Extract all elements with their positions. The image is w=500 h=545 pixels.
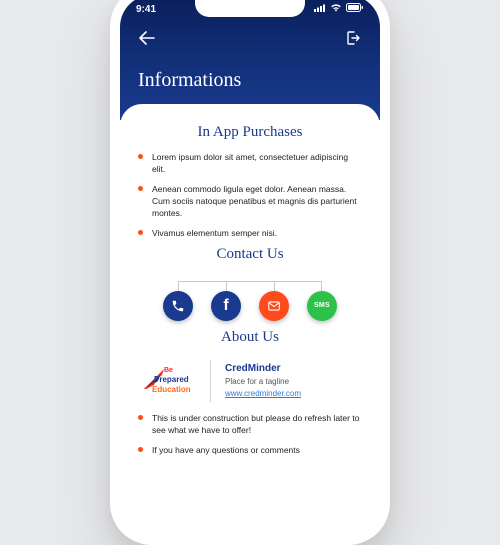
connector-line	[178, 281, 322, 297]
notch	[195, 0, 305, 17]
purchases-title: In App Purchases	[138, 124, 362, 141]
list-item: Aenean commodo ligula eget dolor. Aenean…	[138, 183, 362, 220]
brand-link[interactable]: www.credminder.com	[225, 389, 301, 398]
contact-title: Contact Us	[138, 246, 362, 263]
phone-button[interactable]	[163, 291, 193, 321]
about-row: Be Prepared Education CredMinder Place f…	[138, 356, 362, 412]
page-title: Informations	[138, 69, 362, 92]
sms-icon: SMS	[314, 302, 330, 309]
back-arrow-icon[interactable]	[138, 29, 156, 47]
signal-icon	[314, 4, 326, 15]
brand-name: CredMinder	[225, 362, 301, 376]
list-item: If you have any questions or comments	[138, 444, 362, 456]
about-title: About Us	[138, 329, 362, 346]
contact-row: f SMS	[138, 273, 362, 325]
list-item: Vivamus elementum semper nisi.	[138, 227, 362, 239]
email-button[interactable]	[259, 291, 289, 321]
purchases-list: Lorem ipsum dolor sit amet, consectetuer…	[138, 151, 362, 239]
list-item: Lorem ipsum dolor sit amet, consectetuer…	[138, 151, 362, 176]
status-time: 9:41	[136, 4, 156, 15]
sms-button[interactable]: SMS	[307, 291, 337, 321]
brand-logo: Be Prepared Education	[142, 361, 196, 401]
divider	[210, 360, 211, 402]
about-list: This is under construction but please do…	[138, 412, 362, 456]
tagline: Place for a tagline	[225, 376, 301, 387]
content: In App Purchases Lorem ipsum dolor sit a…	[120, 104, 380, 534]
email-icon	[267, 299, 281, 313]
list-item: This is under construction but please do…	[138, 412, 362, 437]
about-text: CredMinder Place for a tagline www.credm…	[225, 362, 301, 399]
wifi-icon	[330, 3, 342, 15]
phone-icon	[171, 299, 185, 313]
facebook-icon: f	[223, 297, 228, 315]
battery-icon	[346, 3, 364, 15]
phone-frame: 9:41 Infor	[110, 0, 390, 545]
exit-icon[interactable]	[344, 29, 362, 47]
screen: 9:41 Infor	[120, 0, 380, 535]
facebook-button[interactable]: f	[211, 291, 241, 321]
